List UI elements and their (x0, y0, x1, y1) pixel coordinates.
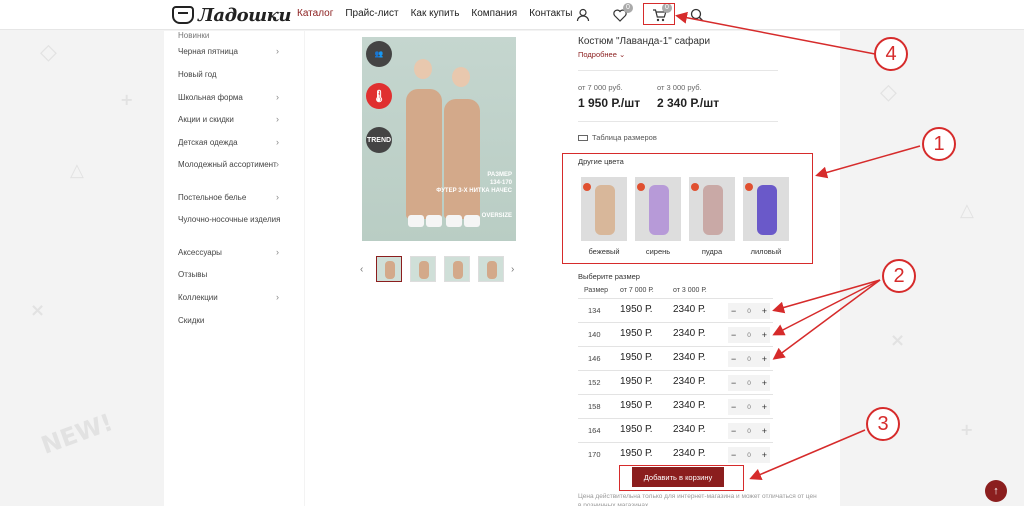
annotation-badge-2: 2 (882, 259, 916, 293)
arrow-2c (772, 279, 881, 360)
annotation-badge-4: 4 (874, 37, 908, 71)
arrow-4 (675, 11, 876, 55)
arrow-2a (772, 279, 881, 314)
arrow-3 (749, 429, 866, 481)
arrow-2b (772, 279, 881, 336)
arrow-1 (815, 145, 921, 179)
annotation-badge-1: 1 (922, 127, 956, 161)
annotation-badge-3: 3 (866, 407, 900, 441)
